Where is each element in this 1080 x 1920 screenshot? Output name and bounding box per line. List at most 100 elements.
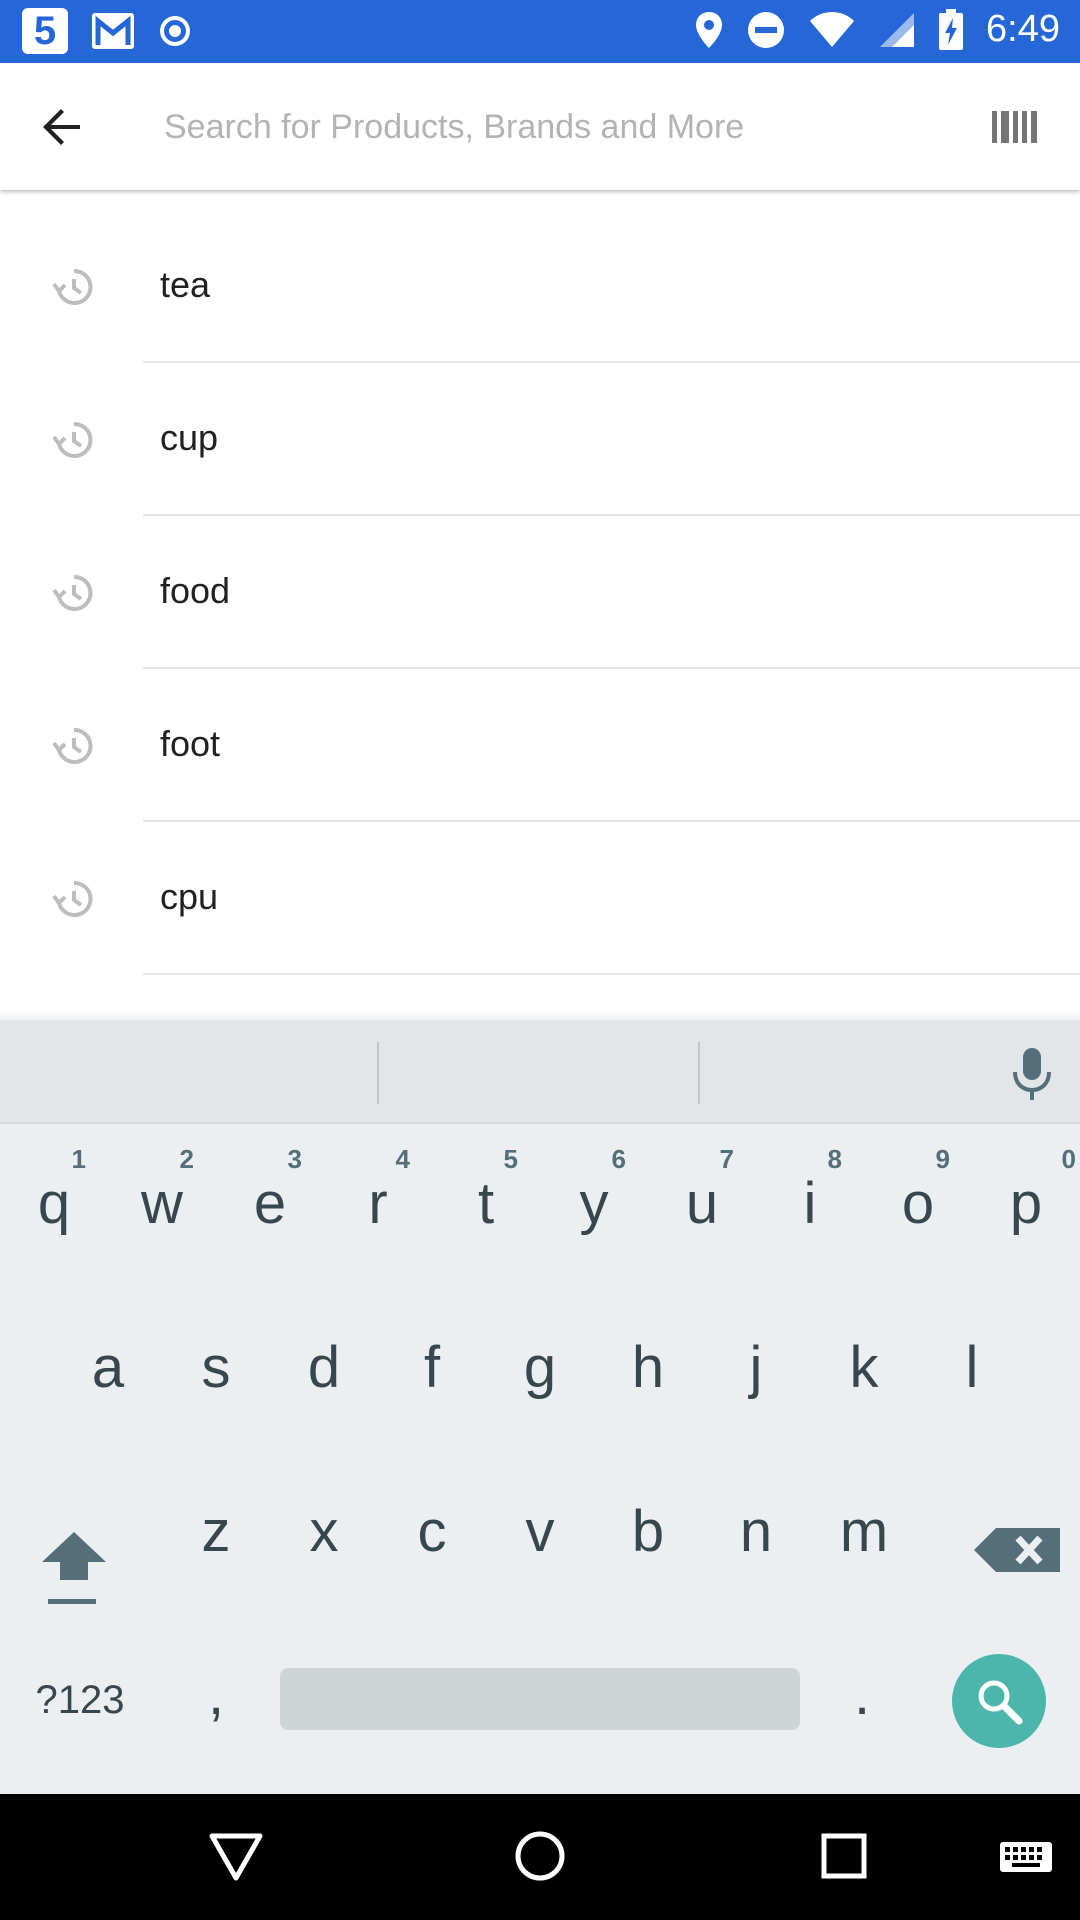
soft-keyboard: 1q 2w 3e 4r 5t 6y 7u 8i 9o 0p a s d f g … — [0, 1020, 1080, 1794]
key-i[interactable]: 8i — [756, 1130, 864, 1260]
search-history-list: tea cup food foot cpu — [0, 210, 1080, 975]
key-label: i — [803, 1171, 817, 1236]
key-label: f — [423, 1335, 441, 1400]
key-h[interactable]: h — [594, 1300, 702, 1430]
key-e[interactable]: 3e — [216, 1130, 324, 1260]
search-action-key[interactable] — [952, 1654, 1046, 1748]
history-label: foot — [160, 723, 221, 764]
barcode-scan-icon[interactable] — [990, 107, 1038, 147]
history-label: cpu — [160, 876, 219, 917]
key-label: e — [253, 1171, 287, 1236]
wifi-icon — [810, 11, 855, 47]
clock-time: 6:49 — [986, 8, 1060, 50]
key-label: r — [368, 1171, 388, 1236]
key-g[interactable]: g — [486, 1300, 594, 1430]
signal-icon — [880, 12, 915, 47]
key-u[interactable]: 7u — [648, 1130, 756, 1260]
key-a[interactable]: a — [54, 1300, 162, 1430]
key-j[interactable]: j — [702, 1300, 810, 1430]
key-b[interactable]: b — [594, 1464, 702, 1594]
suggestion-divider — [698, 1042, 700, 1104]
key-label: a — [91, 1335, 125, 1400]
key-r[interactable]: 4r — [324, 1130, 432, 1260]
key-l[interactable]: l — [918, 1300, 1026, 1430]
key-label: z — [201, 1499, 231, 1564]
back-button[interactable] — [30, 95, 94, 159]
key-label: b — [631, 1499, 665, 1564]
key-q[interactable]: 1q — [0, 1130, 108, 1260]
key-p[interactable]: 0p — [972, 1130, 1080, 1260]
key-f[interactable]: f — [378, 1300, 486, 1430]
key-x[interactable]: x — [270, 1464, 378, 1594]
nav-back-icon[interactable] — [204, 1824, 268, 1888]
key-label: c — [417, 1499, 447, 1564]
key-c[interactable]: c — [378, 1464, 486, 1594]
history-icon — [52, 421, 93, 458]
backspace-key[interactable] — [968, 1500, 1068, 1600]
arrow-back-icon — [43, 109, 80, 145]
key-label: m — [839, 1499, 889, 1564]
app5-icon: 5 — [22, 8, 68, 54]
nav-recents-icon[interactable] — [812, 1824, 876, 1888]
history-item[interactable]: cup — [0, 363, 1080, 516]
history-label: food — [160, 570, 231, 611]
divider — [143, 973, 1080, 975]
history-label: tea — [160, 264, 211, 305]
key-number-hint: 3 — [287, 1144, 302, 1174]
key-label: y — [579, 1171, 609, 1236]
key-label: o — [901, 1171, 935, 1236]
history-item[interactable]: food — [0, 516, 1080, 669]
nav-home-icon[interactable] — [508, 1824, 572, 1888]
keyboard-switch-icon[interactable] — [996, 1824, 1056, 1888]
key-z[interactable]: z — [162, 1464, 270, 1594]
key-o[interactable]: 9o — [864, 1130, 972, 1260]
key-label: n — [739, 1499, 773, 1564]
suggestion-strip — [0, 1020, 1080, 1124]
history-icon — [52, 880, 93, 917]
key-s[interactable]: s — [162, 1300, 270, 1430]
key-d[interactable]: d — [270, 1300, 378, 1430]
microphone-icon[interactable] — [1008, 1046, 1056, 1102]
key-n[interactable]: n — [702, 1464, 810, 1594]
key-label: h — [631, 1335, 665, 1400]
key-label: t — [477, 1171, 495, 1236]
history-icon — [52, 727, 93, 764]
key-y[interactable]: 6y — [540, 1130, 648, 1260]
key-v[interactable]: v — [486, 1464, 594, 1594]
history-item[interactable]: tea — [0, 210, 1080, 363]
key-number-hint: 7 — [719, 1144, 734, 1174]
key-number-hint: 9 — [935, 1144, 950, 1174]
suggestion-divider — [377, 1042, 379, 1104]
key-number-hint: 5 — [503, 1144, 518, 1174]
key-label: d — [307, 1335, 341, 1400]
location-icon — [696, 11, 723, 48]
status-bar: 5 6:49 — [0, 0, 1080, 63]
key-w[interactable]: 2w — [108, 1130, 216, 1260]
key-label: w — [141, 1171, 183, 1236]
key-m[interactable]: m — [810, 1464, 918, 1594]
comma-key[interactable]: , — [166, 1650, 266, 1740]
gmail-icon — [92, 13, 134, 49]
key-label: l — [965, 1335, 979, 1400]
key-label: x — [309, 1499, 339, 1564]
space-key[interactable] — [280, 1668, 800, 1730]
key-k[interactable]: k — [810, 1300, 918, 1430]
key-number-hint: 4 — [395, 1144, 410, 1174]
key-number-hint: 1 — [71, 1144, 86, 1174]
history-label: cup — [160, 417, 219, 458]
record-icon — [160, 16, 190, 46]
key-t[interactable]: 5t — [432, 1130, 540, 1260]
period-key[interactable]: . — [812, 1650, 912, 1740]
shift-icon — [42, 1532, 106, 1604]
history-item[interactable]: foot — [0, 669, 1080, 822]
history-item[interactable]: cpu — [0, 822, 1080, 975]
key-label: u — [685, 1171, 719, 1236]
search-input[interactable] — [164, 99, 944, 155]
search-bar — [0, 63, 1080, 190]
backspace-icon — [974, 1528, 1060, 1572]
shift-key[interactable] — [32, 1500, 116, 1610]
key-number-hint: 8 — [827, 1144, 842, 1174]
battery-charging-icon — [939, 8, 964, 50]
dnd-icon — [748, 11, 785, 48]
symbols-key[interactable]: ?123 — [20, 1660, 140, 1740]
